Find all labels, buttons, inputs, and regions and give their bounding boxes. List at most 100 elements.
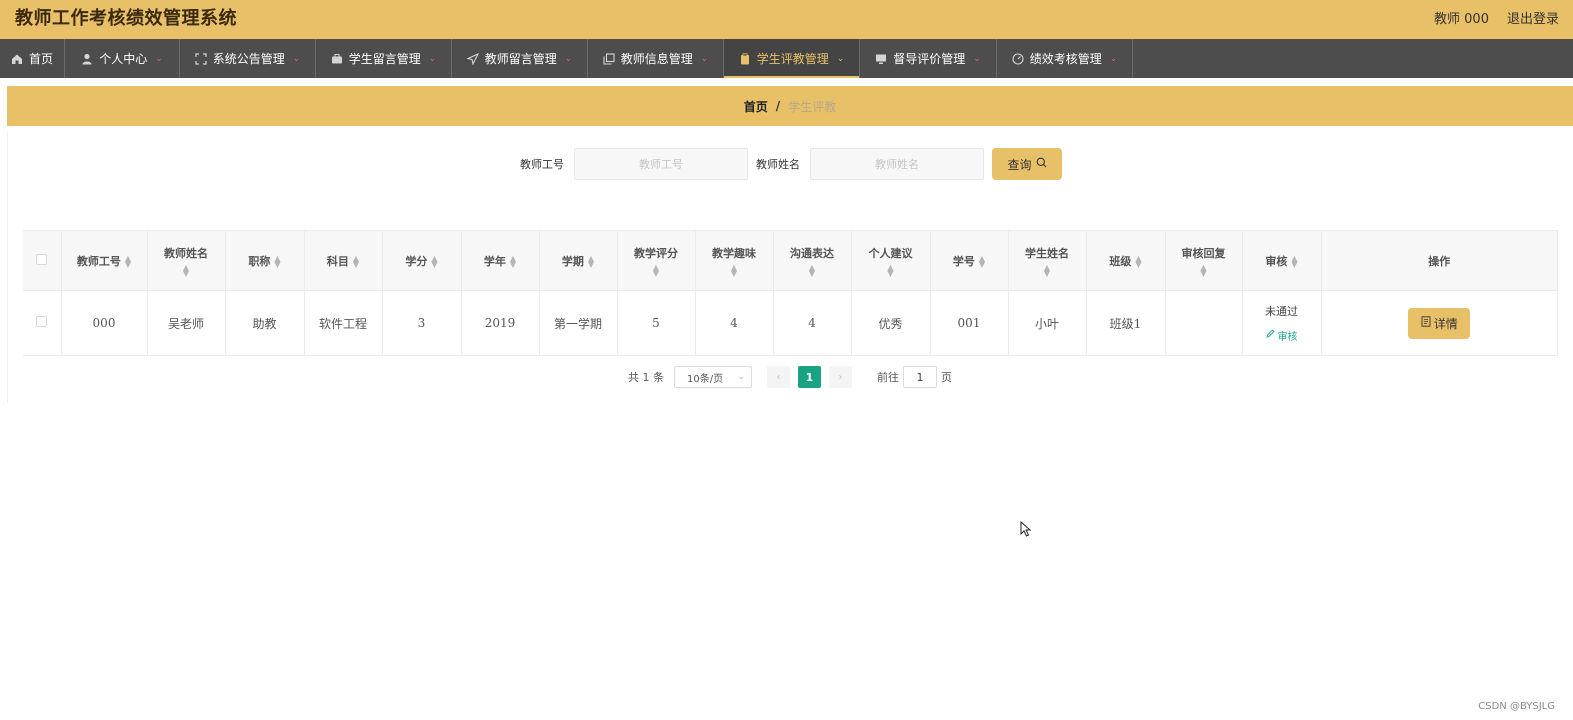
header-semester[interactable]: 学期 ▲ ▼	[539, 230, 618, 291]
nav-label: 绩效考核管理	[1029, 52, 1102, 66]
cell-subject: 软件工程	[304, 290, 383, 356]
cell-interest: 4	[695, 290, 774, 356]
audit-button-label: 审核	[1277, 331, 1298, 343]
sort-icon: ▲ ▼	[652, 262, 660, 278]
table-row: 000 吴老师 助教 软件工程 3 2019 第一学期 5 4 4 优秀 001…	[23, 290, 1558, 356]
header-title[interactable]: 职称 ▲ ▼	[225, 230, 305, 291]
search-form: 教师工号 教师姓名 查询	[520, 148, 1062, 180]
sort-icon: ▲ ▼	[1291, 253, 1298, 269]
breadcrumb-current: 学生评教	[788, 99, 837, 114]
page-number-current[interactable]: 1	[798, 366, 821, 388]
audit-status: 未通过	[1265, 305, 1298, 319]
sort-icon: ▲ ▼	[274, 253, 281, 269]
search-button[interactable]: 查询	[992, 148, 1062, 180]
sort-icon: ▲ ▼	[1043, 262, 1051, 278]
header-actions: 操作	[1321, 230, 1558, 291]
sort-icon: ▲ ▼	[887, 262, 894, 278]
clipboard-icon	[739, 52, 751, 65]
search-icon	[1036, 157, 1047, 171]
cell-student-id: 001	[930, 290, 1009, 356]
nav-item-announcements[interactable]: 系统公告管理 ⌄	[180, 39, 316, 78]
current-user: 教师 000	[1434, 12, 1489, 27]
table-header-row: 教师工号 ▲ ▼ 教师姓名 ▲ ▼ 职称 ▲ ▼ 科目 ▲ ▼ 学分 ▲ ▼ 学年 ▲ ▼ 学期 ▲ ▼ 教…	[23, 230, 1558, 291]
header-select-all	[23, 230, 62, 291]
main-content: 教师工号 教师姓名 查询 教师工号▲▼ 教师姓名▲▼ 职称▲▼ 科目▲▼ 学分▲…	[7, 132, 1573, 403]
chevron-down-icon: ⌄	[973, 53, 981, 64]
nav-item-student-messages[interactable]: 学生留言管理 ⌄	[316, 39, 452, 78]
header-teacher-name[interactable]: 教师姓名 ▲ ▼	[147, 230, 226, 291]
sort-icon: ▲ ▼	[587, 253, 595, 269]
header-audit[interactable]: 审核 ▲ ▼	[1242, 230, 1322, 291]
nav-item-home[interactable]: 首页	[0, 39, 65, 78]
goto-page-input[interactable]	[903, 366, 937, 388]
pagination: 共 1 条 10条/页 ⌄ ‹ 1 › 前往 页	[628, 366, 952, 388]
chevron-down-icon: ⌄	[564, 53, 573, 64]
detail-button[interactable]: 详情	[1408, 307, 1471, 339]
send-icon	[466, 52, 479, 66]
header-student-id[interactable]: 学号 ▲ ▼	[930, 230, 1009, 291]
chevron-down-icon: ⌄	[836, 53, 845, 64]
sort-icon: ▲ ▼	[1135, 253, 1142, 269]
nav-item-supervisor-evaluation[interactable]: 督导评价管理 ⌄	[860, 39, 997, 78]
user-area: 教师 000 退出登录	[1434, 8, 1559, 27]
row-checkbox[interactable]	[36, 316, 48, 327]
chevron-down-icon: ⌄	[700, 53, 709, 64]
cell-title: 助教	[225, 290, 305, 356]
evaluation-table: 教师工号 ▲ ▼ 教师姓名 ▲ ▼ 职称 ▲ ▼ 科目 ▲ ▼ 学分 ▲ ▼ 学年 ▲ ▼ 学期 ▲ ▼ 教…	[23, 230, 1558, 356]
teacher-name-input[interactable]	[810, 148, 984, 180]
cell-expression: 4	[773, 290, 852, 356]
audit-button[interactable]: 审核	[1265, 328, 1298, 343]
breadcrumb-home[interactable]: 首页	[744, 98, 768, 115]
expand-icon	[195, 52, 207, 65]
header-interest[interactable]: 教学趣味 ▲ ▼	[695, 230, 774, 291]
select-all-checkbox[interactable]	[36, 253, 48, 265]
teacher-id-label: 教师工号	[520, 158, 564, 171]
teacher-id-input[interactable]	[574, 148, 748, 180]
header-credit[interactable]: 学分 ▲ ▼	[382, 230, 462, 291]
nav-label: 督导评价管理	[893, 52, 966, 66]
mouse-cursor-icon	[1020, 520, 1032, 537]
header-expression[interactable]: 沟通表达 ▲ ▼	[773, 230, 852, 291]
cell-year: 2019	[461, 290, 540, 356]
row-select-cell	[23, 290, 62, 356]
cell-actions: 详情	[1321, 290, 1558, 356]
nav-item-student-evaluation[interactable]: 学生评教管理 ⌄	[724, 39, 860, 78]
page-size-select[interactable]: 10条/页 ⌄	[674, 366, 752, 388]
main-nav: 首页 个人中心 ⌄ 系统公告管理 ⌄ 学生留言管理 ⌄ 教师留言管理 ⌄ 教师信…	[0, 39, 1573, 78]
header-suggestion[interactable]: 个人建议 ▲ ▼	[851, 230, 931, 291]
sort-icon: ▲ ▼	[182, 262, 190, 278]
logout-link[interactable]: 退出登录	[1507, 8, 1559, 27]
cell-score: 5	[617, 290, 696, 356]
header-student-name[interactable]: 学生姓名 ▲ ▼	[1008, 230, 1087, 291]
header-class[interactable]: 班级 ▲ ▼	[1086, 230, 1166, 291]
app-title: 教师工作考核绩效管理系统	[15, 8, 237, 29]
cell-reply	[1165, 290, 1243, 356]
nav-item-performance[interactable]: 绩效考核管理 ⌄	[997, 39, 1133, 78]
document-icon	[1421, 316, 1431, 330]
next-page-button[interactable]: ›	[829, 366, 852, 388]
nav-label: 系统公告管理	[212, 52, 285, 66]
sort-icon: ▲ ▼	[808, 262, 816, 278]
sort-icon: ▲ ▼	[978, 253, 986, 269]
prev-page-button[interactable]: ‹	[767, 366, 790, 388]
header-reply[interactable]: 审核回复 ▲ ▼	[1165, 230, 1243, 291]
chevron-down-icon: ⌄	[155, 53, 163, 64]
nav-item-teacher-info[interactable]: 教师信息管理 ⌄	[588, 39, 724, 78]
header-subject[interactable]: 科目 ▲ ▼	[304, 230, 383, 291]
header-teacher-id[interactable]: 教师工号 ▲ ▼	[61, 230, 148, 291]
chevron-left-icon: ‹	[776, 371, 781, 383]
monitor-icon	[875, 53, 887, 65]
header-score[interactable]: 教学评分 ▲ ▼	[617, 230, 696, 291]
edit-icon	[1265, 329, 1275, 341]
breadcrumb-separator: /	[775, 99, 781, 113]
header-year[interactable]: 学年 ▲ ▼	[461, 230, 540, 291]
nav-item-personal-center[interactable]: 个人中心 ⌄	[65, 39, 180, 78]
cell-audit: 未通过 审核	[1242, 290, 1322, 356]
cell-student-name: 小叶	[1008, 290, 1087, 356]
nav-item-teacher-messages[interactable]: 教师留言管理 ⌄	[452, 39, 588, 78]
nav-label: 学生评教管理	[756, 52, 829, 66]
cell-teacher-id: 000	[61, 290, 148, 356]
sort-icon: ▲ ▼	[431, 253, 438, 269]
page-unit-label: 页	[941, 371, 952, 384]
page-size-value: 10条/页	[687, 373, 724, 385]
